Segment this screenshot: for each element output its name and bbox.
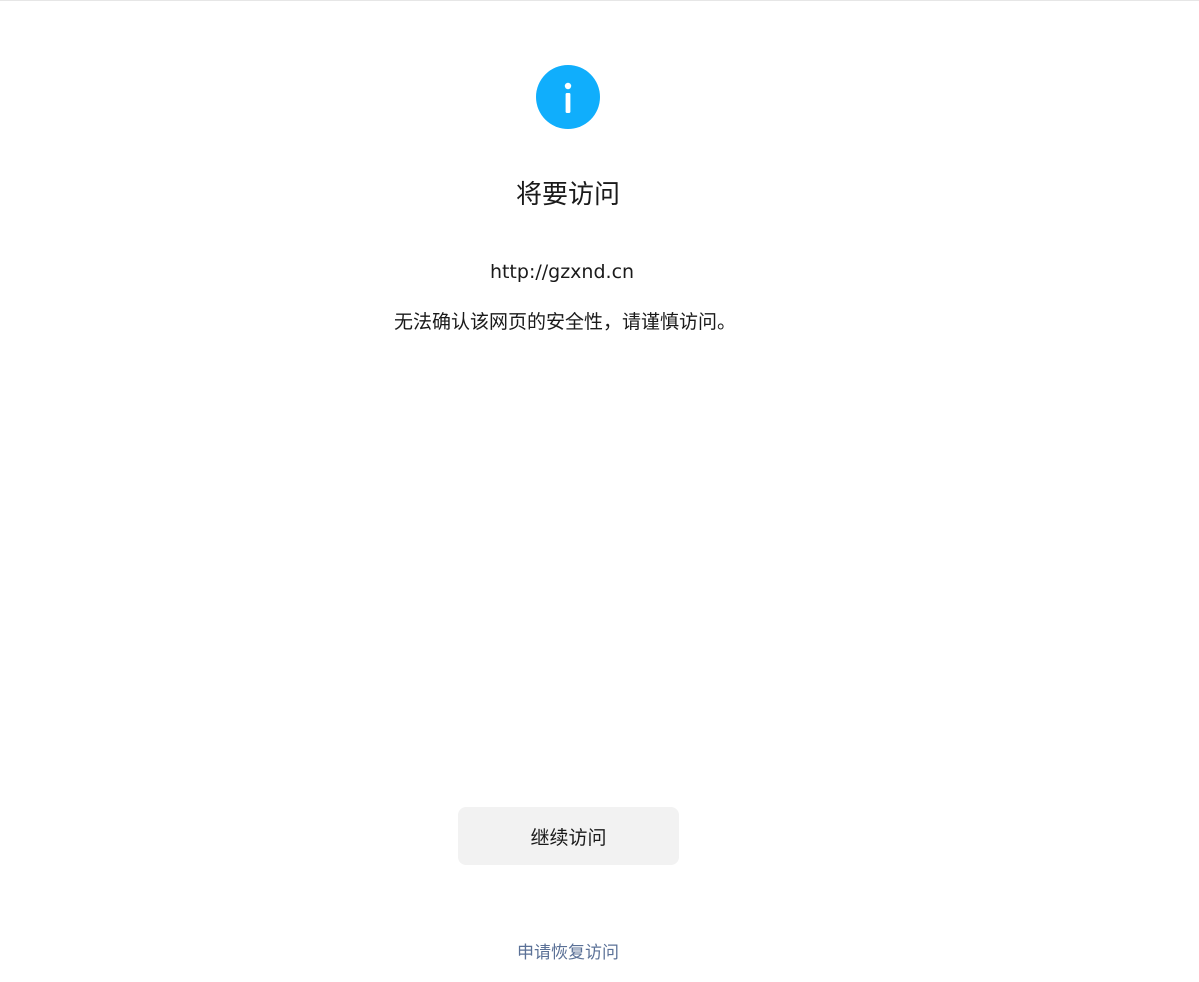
- warning-page: 将要访问 http://gzxnd.cn 无法确认该网页的安全性，请谨慎访问。 …: [0, 0, 1199, 982]
- target-url: http://gzxnd.cn: [489, 261, 635, 283]
- security-warning-text: 无法确认该网页的安全性，请谨慎访问。: [393, 311, 736, 333]
- page-title: 将要访问: [515, 180, 620, 210]
- info-icon: [536, 65, 600, 129]
- info-icon-glyph: [564, 82, 572, 113]
- request-restore-access-link[interactable]: 申请恢复访问: [0, 941, 1136, 965]
- continue-visit-button[interactable]: 继续访问: [458, 807, 679, 865]
